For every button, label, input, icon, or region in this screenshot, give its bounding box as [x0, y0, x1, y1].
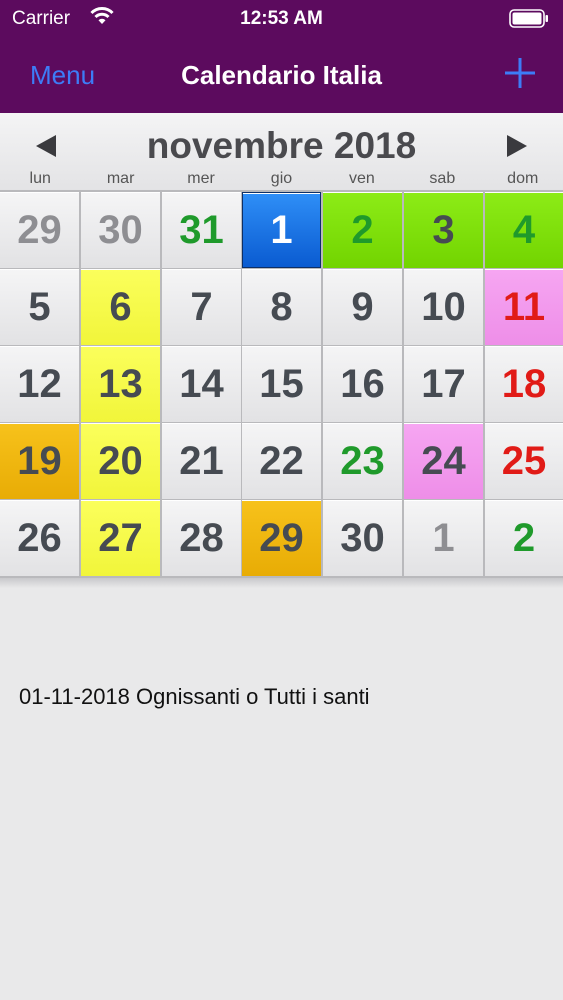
status-time: 12:53 AM	[240, 8, 323, 29]
day-cell[interactable]: 21	[162, 423, 241, 499]
day-cell[interactable]: 29	[0, 192, 79, 268]
next-month-arrow-icon[interactable]	[505, 133, 529, 159]
day-cell-today[interactable]: 1	[242, 192, 321, 268]
weekday-header: lun mar mer gio ven sab dom	[0, 170, 563, 190]
calendar-header: novembre 2018 lun mar mer gio ven sab do…	[0, 113, 563, 191]
day-cell[interactable]: 14	[162, 346, 241, 422]
day-cell[interactable]: 22	[242, 423, 321, 499]
day-cell[interactable]: 8	[242, 269, 321, 345]
day-cell[interactable]: 24	[404, 423, 483, 499]
day-cell[interactable]: 3	[404, 192, 483, 268]
day-cell[interactable]: 2	[485, 500, 563, 576]
day-cell[interactable]: 30	[81, 192, 160, 268]
weekday-label: mar	[106, 170, 135, 187]
weekday-label: sab	[429, 170, 456, 187]
day-cell[interactable]: 26	[0, 500, 79, 576]
day-cell[interactable]: 12	[0, 346, 79, 422]
top-bar: Carrier 12:53 AM Menu Calendario Italia	[0, 0, 563, 113]
day-cell[interactable]: 30	[323, 500, 402, 576]
day-cell[interactable]: 7	[162, 269, 241, 345]
day-cell[interactable]: 19	[0, 423, 79, 499]
day-cell[interactable]: 17	[404, 346, 483, 422]
weekday-label: ven	[349, 170, 375, 187]
day-cell[interactable]: 25	[485, 423, 563, 499]
day-cell[interactable]: 2	[323, 192, 402, 268]
day-cell[interactable]: 5	[0, 269, 79, 345]
plus-icon[interactable]	[503, 56, 537, 90]
grid-divider	[0, 578, 563, 588]
day-cell[interactable]: 28	[162, 500, 241, 576]
navigation-bar: Menu Calendario Italia	[0, 48, 563, 104]
status-bar: Carrier 12:53 AM	[0, 0, 563, 38]
day-cell[interactable]: 11	[485, 269, 563, 345]
day-cell[interactable]: 27	[81, 500, 160, 576]
battery-icon	[509, 9, 548, 28]
weekday-label: lun	[29, 170, 51, 187]
day-cell[interactable]: 18	[485, 346, 563, 422]
weekday-label: gio	[270, 170, 293, 187]
day-cell[interactable]: 13	[81, 346, 160, 422]
day-cell[interactable]: 31	[162, 192, 241, 268]
day-cell[interactable]: 6	[81, 269, 160, 345]
day-cell[interactable]: 16	[323, 346, 402, 422]
weekday-label: mer	[187, 170, 215, 187]
calendar-grid: 29 30 31 1 2 3 4 5 6 7 8 9 10 11 12 13 1…	[0, 190, 563, 578]
day-cell[interactable]: 1	[404, 500, 483, 576]
day-cell[interactable]: 9	[323, 269, 402, 345]
event-description: 01-11-2018 Ognissanti o Tutti i santi	[19, 684, 370, 709]
day-cell[interactable]: 10	[404, 269, 483, 345]
weekday-label: dom	[507, 170, 539, 187]
day-cell[interactable]: 4	[485, 192, 563, 268]
day-cell[interactable]: 23	[323, 423, 402, 499]
day-cell[interactable]: 15	[242, 346, 321, 422]
day-cell[interactable]: 20	[81, 423, 160, 499]
page-title: Calendario Italia	[181, 60, 382, 90]
month-label: novembre 2018	[146, 125, 417, 166]
day-cell[interactable]: 29	[242, 500, 321, 576]
